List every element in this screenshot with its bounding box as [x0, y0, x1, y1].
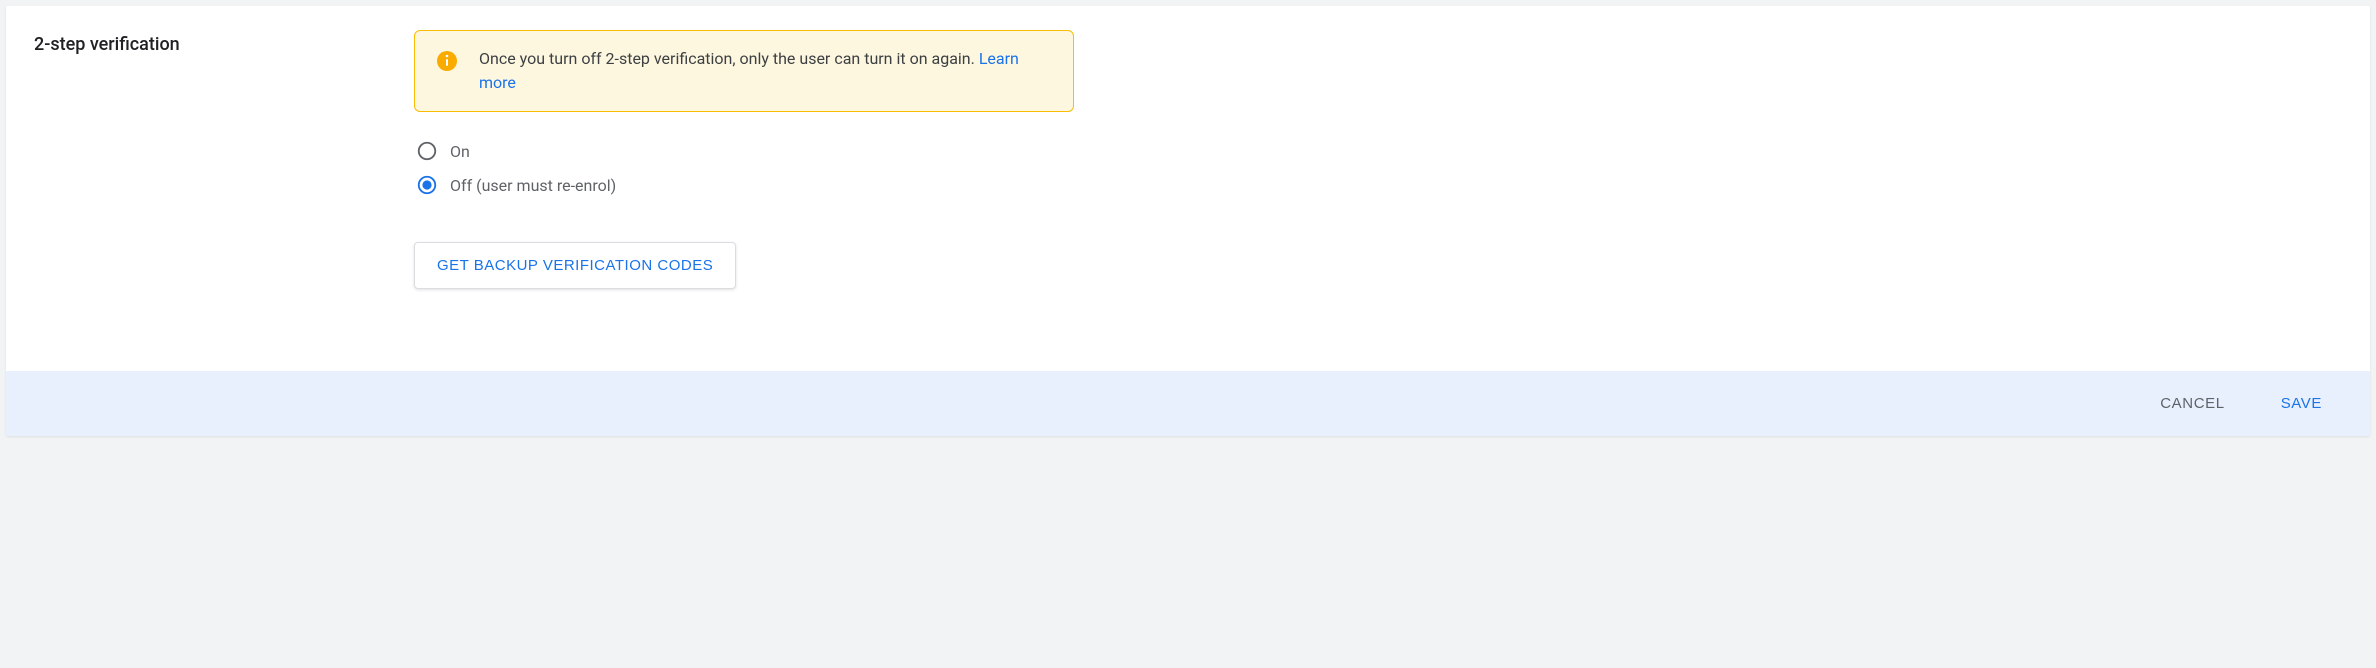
- warning-alert: Once you turn off 2-step verification, o…: [414, 30, 1074, 112]
- section-title: 2-step verification: [34, 30, 414, 55]
- alert-text: Once you turn off 2-step verification, o…: [479, 47, 1053, 95]
- section-label-column: 2-step verification: [34, 30, 414, 351]
- two-step-radio-group: On Off (user must re-enrol): [414, 140, 1074, 196]
- settings-panel: 2-step verification Once you turn off 2-…: [6, 6, 2370, 436]
- section-controls-column: Once you turn off 2-step verification, o…: [414, 30, 1074, 351]
- radio-label-on: On: [450, 142, 470, 161]
- info-icon: [435, 49, 459, 73]
- action-footer: CANCEL SAVE: [6, 371, 2370, 436]
- radio-option-off[interactable]: Off (user must re-enrol): [416, 174, 1074, 196]
- panel-content: 2-step verification Once you turn off 2-…: [6, 6, 2370, 371]
- alert-message: Once you turn off 2-step verification, o…: [479, 49, 979, 68]
- radio-option-on[interactable]: On: [416, 140, 1074, 162]
- save-button[interactable]: SAVE: [2273, 391, 2330, 416]
- radio-unchecked-icon: [416, 140, 438, 162]
- cancel-button[interactable]: CANCEL: [2152, 391, 2232, 416]
- get-backup-codes-button[interactable]: GET BACKUP VERIFICATION CODES: [414, 242, 736, 289]
- radio-checked-icon: [416, 174, 438, 196]
- radio-label-off: Off (user must re-enrol): [450, 176, 616, 195]
